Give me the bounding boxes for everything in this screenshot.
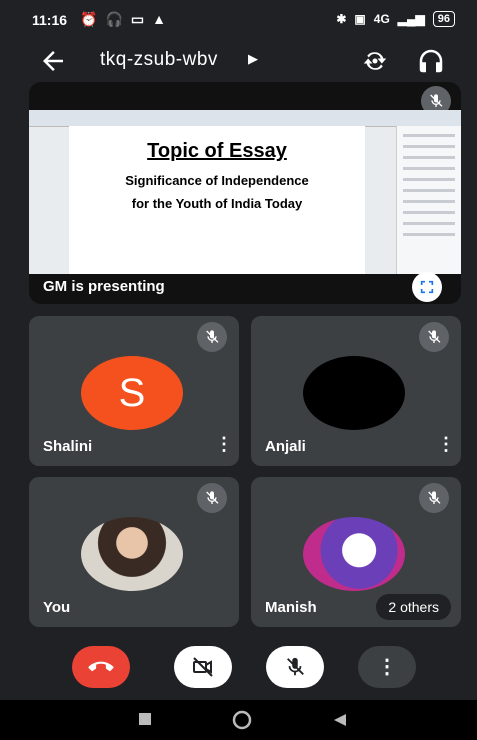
shared-screen: Topic of Essay Significance of Independe…	[29, 110, 461, 274]
home-icon[interactable]	[232, 710, 252, 730]
call-controls: ⋮	[0, 646, 477, 688]
presenting-label: GM is presenting	[43, 278, 165, 295]
others-count-badge[interactable]: 2 others	[376, 594, 451, 620]
headphones-status-icon: 🎧	[105, 11, 123, 27]
more-vert-icon[interactable]: ⋮	[215, 435, 233, 453]
avatar	[81, 517, 183, 591]
status-time: 11:16	[32, 12, 68, 28]
slide-line-1: Significance of Independence	[125, 173, 309, 188]
presentation-tile[interactable]: Topic of Essay Significance of Independe…	[29, 82, 461, 304]
caret-right-icon[interactable]: ▶	[248, 51, 258, 67]
participant-name: You	[43, 599, 71, 616]
fullscreen-icon[interactable]	[412, 272, 442, 302]
more-vert-icon[interactable]: ⋮	[437, 435, 455, 453]
recents-icon[interactable]	[138, 712, 152, 726]
slide-line-2: for the Youth of India Today	[131, 196, 303, 211]
pdf-toolbar	[29, 110, 461, 127]
alarm-icon: ⏰	[80, 11, 98, 27]
more-vert-icon: ⋮	[377, 656, 397, 678]
meeting-header: tkq-zsub-wbv ▶	[0, 40, 477, 86]
participant-name: Anjali	[265, 438, 306, 455]
network-type: 4G	[373, 12, 390, 26]
system-icons: ✱ ▣ 4G ▂▄▆ 96	[336, 11, 455, 27]
back-arrow-icon[interactable]	[38, 46, 68, 76]
participant-tile-anjali[interactable]: Anjali ⋮	[251, 316, 461, 466]
mic-off-icon	[419, 483, 449, 513]
participant-name: Manish	[265, 599, 317, 616]
participant-tile-you[interactable]: You	[29, 477, 239, 627]
avatar: S	[81, 356, 183, 430]
status-bar: 11:16 ⏰ 🎧 ▭ ▲ ✱ ▣ 4G ▂▄▆ 96	[0, 0, 477, 40]
notification-icon: ▲	[152, 11, 166, 27]
end-call-button[interactable]	[72, 646, 130, 688]
camera-off-icon	[193, 657, 213, 677]
system-nav-bar	[0, 700, 477, 740]
meet-screen: 11:16 ⏰ 🎧 ▭ ▲ ✱ ▣ 4G ▂▄▆ 96 tkq-zsub-wbv…	[0, 0, 477, 740]
cast-icon: ▭	[130, 11, 145, 27]
mic-off-icon	[197, 322, 227, 352]
mic-off-icon	[287, 657, 304, 676]
slide-title: Topic of Essay	[147, 140, 287, 162]
avatar	[303, 356, 405, 430]
camera-toggle-button[interactable]	[174, 646, 232, 688]
end-call-icon	[88, 661, 114, 672]
more-options-button[interactable]: ⋮	[358, 646, 416, 688]
avatar	[303, 517, 405, 591]
participant-tile-shalini[interactable]: S Shalini ⋮	[29, 316, 239, 466]
switch-camera-icon[interactable]	[360, 46, 390, 76]
notification-icons: ⏰ 🎧 ▭ ▲	[80, 11, 166, 28]
battery-level: 96	[432, 11, 455, 27]
volte-icon: ▣	[354, 12, 366, 26]
meeting-code[interactable]: tkq-zsub-wbv	[100, 49, 218, 71]
audio-output-icon[interactable]	[416, 46, 446, 76]
pdf-side-panel	[396, 126, 461, 274]
signal-icon: ▂▄▆	[397, 12, 425, 26]
mic-toggle-button[interactable]	[266, 646, 324, 688]
slide-page: Topic of Essay Significance of Independe…	[69, 126, 365, 274]
back-nav-icon[interactable]	[332, 712, 348, 728]
bluetooth-icon: ✱	[336, 12, 347, 26]
participant-name: Shalini	[43, 438, 93, 455]
mic-off-icon	[419, 322, 449, 352]
participant-tile-manish[interactable]: Manish 2 others	[251, 477, 461, 627]
mic-off-icon	[197, 483, 227, 513]
